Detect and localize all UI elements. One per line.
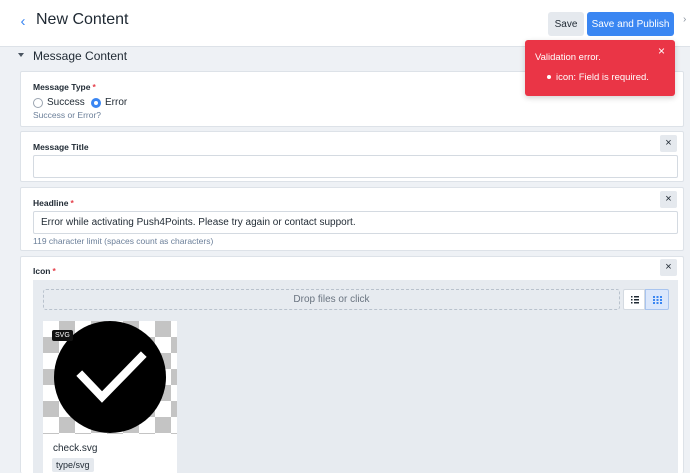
list-view-icon[interactable] (623, 289, 645, 310)
field-hint: 119 character limit (spaces count as cha… (33, 236, 214, 246)
headline-panel: Headline * Error while activating Push4Po… (20, 187, 684, 251)
file-card[interactable]: SVG check.svg type/svg (43, 321, 177, 473)
grid-view-icon[interactable] (645, 289, 669, 310)
field-label: Headline * (33, 198, 74, 208)
field-label: Icon * (33, 266, 56, 276)
success-radio-label[interactable]: Success (47, 97, 85, 108)
save-and-publish-button[interactable]: Save and Publish (587, 12, 674, 36)
error-radio[interactable] (91, 98, 101, 108)
caret-down-icon (18, 53, 24, 57)
page-title: New Content (36, 11, 129, 28)
toast-error-item: icon: Field is required. (556, 72, 649, 83)
field-label: Message Title (33, 142, 89, 152)
list-view-glyph (631, 296, 639, 304)
message-title-panel: Message Title × (20, 131, 684, 182)
grid-view-glyph (653, 296, 662, 304)
file-thumbnail: SVG (43, 321, 177, 434)
validation-error-toast: Validation error. icon: Field is require… (525, 40, 675, 96)
icon-panel: Icon * × Drop files or click SVG check.s… (20, 256, 684, 473)
bullet (547, 75, 551, 79)
field-hint: Success or Error? (33, 110, 102, 120)
input-value: Error while activating Push4Points. Plea… (41, 217, 356, 228)
close-icon[interactable]: × (658, 45, 665, 57)
file-type-tag: type/svg (52, 458, 94, 472)
chevron-left-icon[interactable]: ‹ (16, 13, 30, 31)
chevron-icon[interactable]: › (683, 14, 686, 25)
file-type-badge: SVG (52, 330, 73, 341)
headline-input[interactable]: Error while activating Push4Points. Plea… (33, 211, 678, 234)
success-radio[interactable] (33, 98, 43, 108)
message-title-input[interactable] (33, 155, 678, 178)
drop-zone[interactable]: Drop files or click (43, 289, 620, 310)
file-name: check.svg (53, 443, 98, 454)
section-title: Message Content (33, 49, 128, 63)
save-button[interactable]: Save (548, 12, 584, 36)
close-icon[interactable]: × (660, 135, 677, 152)
file-upload-area: Drop files or click SVG check.svg type/s… (33, 280, 678, 473)
error-radio-label[interactable]: Error (105, 97, 127, 108)
close-icon[interactable]: × (660, 259, 677, 276)
close-icon[interactable]: × (660, 191, 677, 208)
toast-title: Validation error. (535, 52, 601, 63)
field-label: Message Type * (33, 82, 96, 92)
